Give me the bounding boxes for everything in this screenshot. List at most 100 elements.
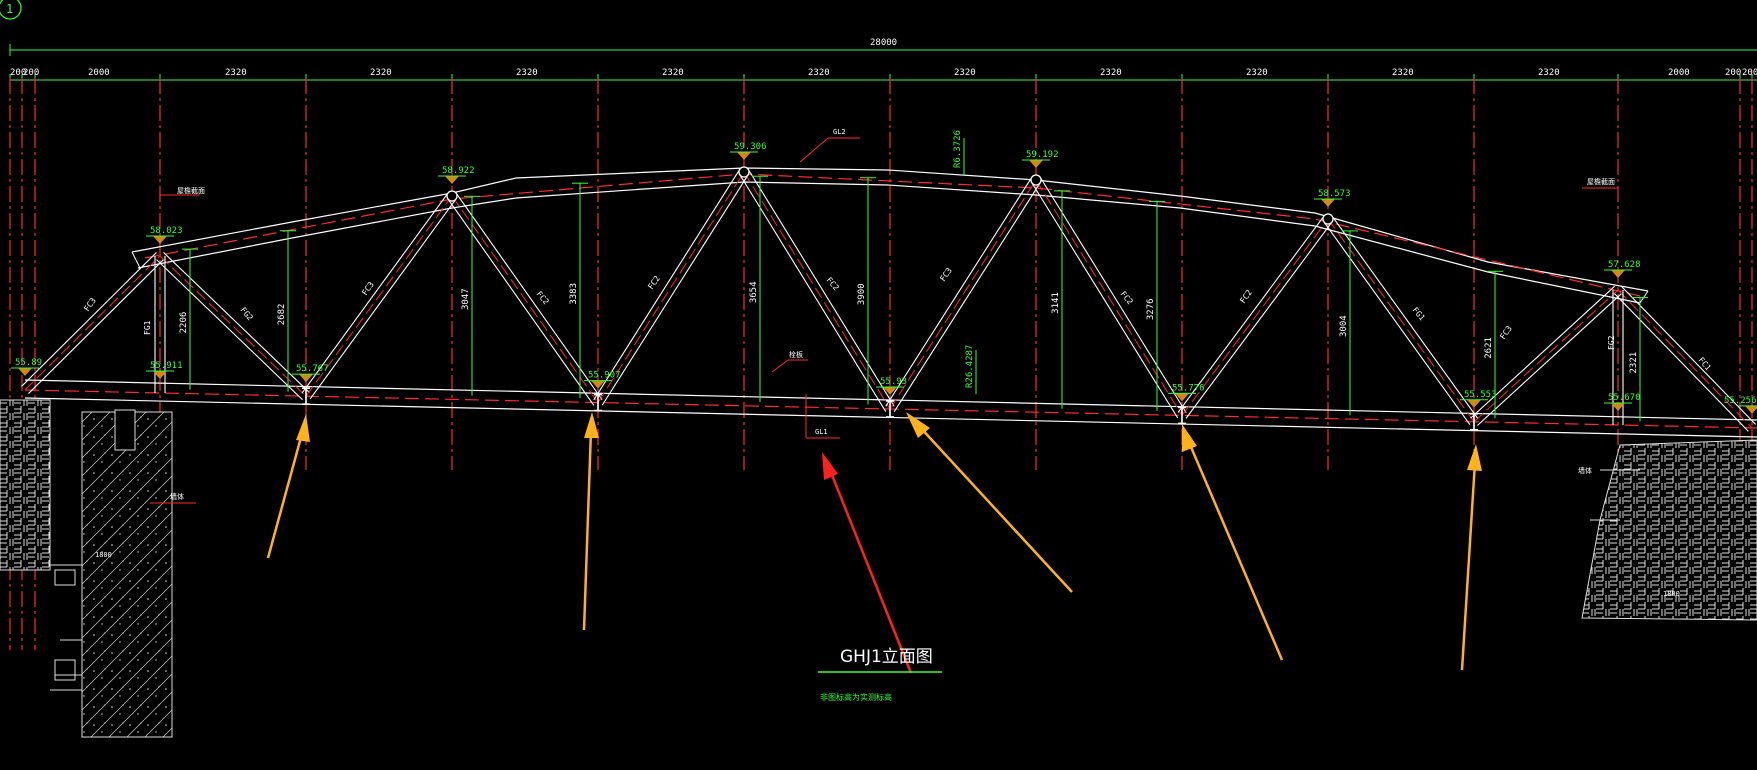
height-dim-label: 3141 xyxy=(1051,292,1061,314)
axis-lines xyxy=(9,78,1753,650)
arrow-yellow xyxy=(582,412,599,631)
bottom-elevation-label: 55.767 xyxy=(296,364,329,374)
segment-dim: 200 xyxy=(23,68,39,78)
member-label: FC3 xyxy=(82,296,98,313)
right-wall-dim: 1800 xyxy=(1663,590,1680,598)
segment-dim: 2320 xyxy=(516,68,538,78)
web-member xyxy=(1185,221,1333,419)
bottom-elevation-label: 55.911 xyxy=(150,361,183,371)
web-member xyxy=(885,177,1033,407)
segment-dim: 2320 xyxy=(808,68,830,78)
web-member xyxy=(1331,215,1479,420)
height-dim-label: 2682 xyxy=(277,304,287,326)
bottom-elevation-label: 55.89 xyxy=(15,358,42,368)
member-label: FC1 xyxy=(1696,356,1712,373)
member-label: FC2 xyxy=(646,274,662,291)
elevation-marker xyxy=(18,368,32,376)
top-chord-callout: GL2 xyxy=(833,128,846,136)
height-dim-label: 3004 xyxy=(1339,315,1349,337)
arrow-red xyxy=(822,452,913,674)
top-elevation-label: 58.573 xyxy=(1318,189,1351,199)
member-labels: FG1FC3FG2FC3FC2FC2 FC2FC3FC2 FC2FG1FG2FC3F… xyxy=(82,266,1713,372)
bottom-elevation-label: 55.907 xyxy=(588,371,621,381)
bottom-elevation-label: 55.256 xyxy=(1724,396,1757,406)
bottom-chord-axis xyxy=(24,389,1757,429)
member-label: FC2 xyxy=(534,290,550,307)
elevation-marker xyxy=(1029,160,1043,168)
member-label: FC3 xyxy=(1498,324,1514,341)
height-dim-label: 2206 xyxy=(179,312,189,334)
svg-text:1: 1 xyxy=(6,2,13,16)
height-dimensions: 2206 2682 3047 3383 3654 3900 3141 3276 3004 2621… xyxy=(179,175,1648,422)
left-support-callout: 屋檐截面 xyxy=(177,186,205,195)
elevation-marker xyxy=(1611,270,1625,278)
arrow-yellow xyxy=(1460,444,1482,671)
drawing-title: GHJ1立面图 非图标高为实测标高 xyxy=(818,647,942,702)
web-member xyxy=(593,169,741,401)
elevation-marker xyxy=(1321,199,1335,207)
height-dim-label: 2321 xyxy=(1629,352,1639,374)
segment-dim: 2000 xyxy=(88,68,110,78)
right-wall-label: 墙体 xyxy=(1578,466,1592,475)
bottom-elevation-label: 55.553 xyxy=(1464,390,1497,400)
height-dim-label: 3654 xyxy=(749,281,759,303)
overall-dimension: 28000 xyxy=(9,38,1757,56)
member-label: FC2 xyxy=(824,276,840,293)
member-label: FG1 xyxy=(143,320,152,335)
arrow-yellow xyxy=(906,412,1073,593)
segment-dim: 2320 xyxy=(1392,68,1414,78)
web-axis xyxy=(1473,289,1619,423)
arrow-yellow xyxy=(1182,424,1284,661)
top-elevation-markers: 58.023 58.922 59.306 59.192 58.573 57.628 xyxy=(146,142,1641,278)
bottom-elevation-label: 55.93 xyxy=(880,377,907,387)
arrow-yellow xyxy=(266,414,310,559)
segment-dimensions: 200 200 2000 2320 2320 2320 2320 2320 23… xyxy=(9,68,1757,86)
radius-bottom-label: R26.4287 xyxy=(965,345,975,388)
web-member xyxy=(309,198,457,400)
bottom-elevation-label: 55.670 xyxy=(1608,393,1641,403)
mid-note: 栓板 xyxy=(789,350,803,359)
top-elevation-label: 58.023 xyxy=(150,226,183,236)
web-axis xyxy=(889,179,1037,410)
member-label: FG1 xyxy=(1410,306,1426,323)
left-wall-dim: 1800 xyxy=(95,551,112,559)
height-dim-label: 3276 xyxy=(1146,298,1156,320)
cad-drawing-canvas: 1 28000 200 200 2000 2320 2320 2320 2320… xyxy=(0,0,1757,738)
segment-dim: 2320 xyxy=(1100,68,1122,78)
segment-dim: 2320 xyxy=(225,68,247,78)
height-dim-label: 3383 xyxy=(569,283,579,305)
right-wall: 墙体 1800 xyxy=(1578,439,1757,621)
member-label: FC3 xyxy=(938,266,954,283)
top-elevation-label: 58.922 xyxy=(442,166,475,176)
truss-elevation xyxy=(21,167,1757,438)
annotation-arrows xyxy=(266,412,1482,674)
web-member xyxy=(601,174,749,406)
height-dim-label: 3900 xyxy=(857,283,867,305)
segment-dim: 2320 xyxy=(1246,68,1268,78)
radius-top-label: R6.3726 xyxy=(953,130,963,168)
web-member xyxy=(747,169,895,407)
wall-callout: 墙体 xyxy=(170,492,184,501)
web-axis xyxy=(597,171,745,403)
bottom-elevation-label: 55.776 xyxy=(1172,383,1205,393)
segment-dim: 2320 xyxy=(662,68,684,78)
right-support-callout: 屋檐截面 xyxy=(1587,177,1615,186)
segment-dim: 2320 xyxy=(1538,68,1560,78)
member-label: FG2 xyxy=(238,306,254,323)
subtitle-text: 非图标高为实测标高 xyxy=(820,692,892,702)
segment-dim: 2000 xyxy=(1668,68,1690,78)
top-elevation-label: 57.628 xyxy=(1608,260,1641,270)
segment-dim: 200 xyxy=(1742,68,1757,78)
web-member xyxy=(1477,293,1622,426)
top-chord-axis xyxy=(144,173,1641,297)
member-label: FC2 xyxy=(1238,288,1254,305)
svg-text:28000: 28000 xyxy=(870,38,897,48)
elevation-marker xyxy=(1745,405,1757,414)
segment-dim: 200 xyxy=(1725,68,1741,78)
height-dim-label: 2621 xyxy=(1484,337,1494,359)
elevation-marker xyxy=(153,236,167,244)
member-label: FC2 xyxy=(1118,290,1134,307)
title-text: GHJ1立面图 xyxy=(840,647,933,667)
bottom-chord-callout: GL1 xyxy=(815,428,828,436)
height-dim-label: 3047 xyxy=(461,288,471,310)
